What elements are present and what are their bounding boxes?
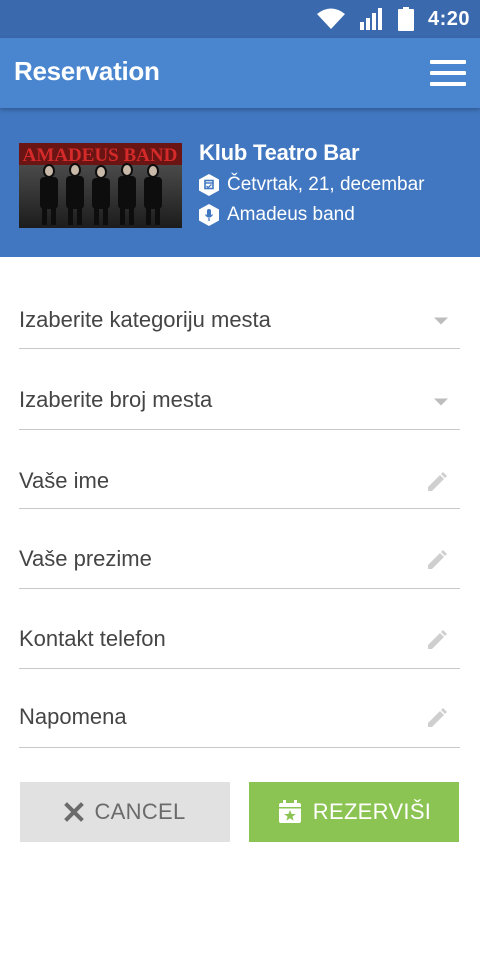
seat-count-dropdown[interactable]: Izaberite broj mesta xyxy=(19,349,460,430)
phone-field[interactable]: Kontakt telefon xyxy=(19,589,460,669)
band-logo-text: AMADEUS BAND xyxy=(23,145,178,166)
reserve-button-label: REZERVIŠI xyxy=(312,799,432,824)
first-name-label: Vaše ime xyxy=(19,468,110,493)
seat-category-dropdown[interactable]: Izaberite kategoriju mesta xyxy=(19,257,460,349)
calendar-hex-icon xyxy=(199,174,219,196)
pencil-icon xyxy=(428,550,447,569)
note-field[interactable]: Napomena xyxy=(19,669,460,748)
reservation-form: Izaberite kategoriju mesta Izaberite bro… xyxy=(19,257,460,748)
event-date-row: Četvrtak, 21, decembar xyxy=(199,173,424,197)
status-icons: 4:20 xyxy=(316,6,470,32)
event-performer-row: Amadeus band xyxy=(199,203,424,227)
microphone-hex-icon xyxy=(199,204,219,226)
page-title: Reservation xyxy=(14,56,160,86)
chevron-down-icon xyxy=(434,398,448,406)
calendar-star-icon xyxy=(278,800,301,823)
app-bar: Reservation xyxy=(0,38,480,108)
chevron-down-icon xyxy=(434,317,448,325)
note-label: Napomena xyxy=(19,704,127,729)
status-time: 4:20 xyxy=(427,7,470,30)
phone-label: Kontakt telefon xyxy=(19,626,166,651)
pencil-icon xyxy=(428,630,447,649)
event-performer: Amadeus band xyxy=(227,204,355,225)
seat-count-label: Izaberite broj mesta xyxy=(19,387,213,412)
venue-name: Klub Teatro Bar xyxy=(199,140,360,165)
event-date: Četvrtak, 21, decembar xyxy=(227,174,425,195)
signal-icon xyxy=(359,8,382,30)
pencil-icon xyxy=(428,708,447,727)
close-icon xyxy=(64,802,85,822)
status-bar: 4:20 xyxy=(0,0,480,38)
event-info: Klub Teatro Bar Četvrtak, 21, decembar A… xyxy=(199,140,424,233)
last-name-label: Vaše prezime xyxy=(19,546,152,571)
wifi-icon xyxy=(316,8,345,29)
cancel-button-label: CANCEL xyxy=(94,799,186,824)
first-name-field[interactable]: Vaše ime xyxy=(19,430,460,509)
reserve-button[interactable]: REZERVIŠI xyxy=(249,782,459,842)
last-name-field[interactable]: Vaše prezime xyxy=(19,509,460,589)
event-band-photo: AMADEUS BAND xyxy=(19,143,182,228)
pencil-icon xyxy=(428,472,447,491)
seat-category-label: Izaberite kategoriju mesta xyxy=(19,307,271,332)
hamburger-menu-icon[interactable] xyxy=(430,60,466,86)
battery-icon xyxy=(397,7,414,31)
cancel-button[interactable]: CANCEL xyxy=(20,782,230,842)
event-header: AMADEUS BAND Klub Teatro Bar Četvrtak, 2… xyxy=(0,108,480,257)
